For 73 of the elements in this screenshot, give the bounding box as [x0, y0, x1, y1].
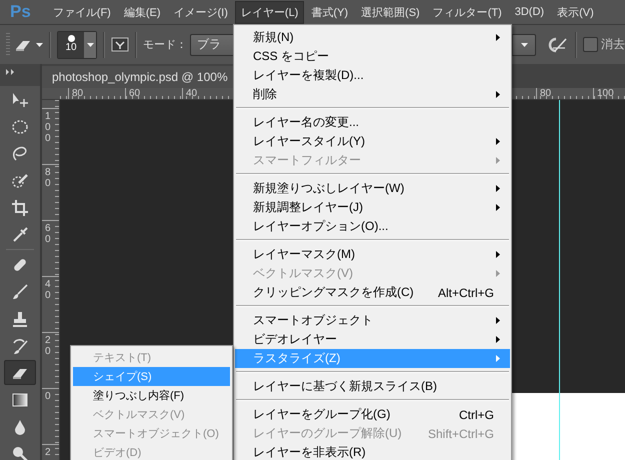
- ruler-label: 40: [186, 88, 198, 99]
- submenu-arrow-icon: [496, 157, 500, 164]
- checkbox[interactable]: [583, 37, 598, 52]
- stamp-icon: [11, 310, 29, 328]
- brush-panel-icon[interactable]: [111, 36, 129, 54]
- menu-bar-item[interactable]: 選択範囲(S): [355, 0, 426, 24]
- dodge-icon: [11, 444, 29, 460]
- menu-bar-item[interactable]: フィルター(T): [426, 0, 508, 24]
- checkbox-label: 消去: [601, 36, 625, 53]
- menu-item[interactable]: 新規(N): [235, 28, 510, 47]
- menu-item[interactable]: レイヤーを非表示(R): [235, 443, 510, 460]
- app-logo: Ps: [9, 2, 32, 22]
- ruler-label: 20: [45, 335, 51, 357]
- ruler-label: 60: [45, 223, 51, 245]
- submenu-arrow-icon: [496, 91, 500, 98]
- menu-bar-item[interactable]: 編集(E): [118, 0, 167, 24]
- menu-bar-item[interactable]: 表示(V): [551, 0, 600, 24]
- menu-item[interactable]: 削除: [235, 85, 510, 104]
- caret-icon[interactable]: [36, 42, 43, 46]
- submenu-arrow-icon: [496, 317, 500, 324]
- menu-item[interactable]: レイヤースタイル(Y): [235, 132, 510, 151]
- lasso-icon: [11, 144, 29, 162]
- crop-icon: [11, 198, 29, 216]
- submenu-arrow-icon: [496, 204, 500, 211]
- quick-selection-icon: [11, 172, 29, 190]
- menu-item[interactable]: 新規塗りつぶしレイヤー(W): [235, 179, 510, 198]
- menu-item[interactable]: レイヤーをグループ化(G) Ctrl+G: [235, 405, 510, 424]
- ruler-label: 100: [597, 88, 614, 99]
- caret-icon[interactable]: [520, 42, 528, 46]
- submenu-arrow-icon: [496, 138, 500, 145]
- ruler-label: 80: [45, 167, 51, 189]
- history-brush-icon: [11, 336, 29, 354]
- menu-item[interactable]: レイヤーオプション(O)...: [235, 217, 510, 236]
- menu-item[interactable]: スマートオブジェクト: [235, 311, 510, 330]
- menu-item[interactable]: レイヤーマスク(M): [235, 245, 510, 264]
- ruler-label: 60: [129, 88, 140, 99]
- submenu-arrow-icon: [496, 355, 500, 362]
- ruler-label: 40: [45, 279, 51, 301]
- menu-item[interactable]: レイヤーを複製(D)...: [235, 66, 510, 85]
- menu-item[interactable]: レイヤー名の変更...: [235, 113, 510, 132]
- submenu-arrow-icon: [496, 336, 500, 343]
- airbrush-icon[interactable]: [547, 36, 569, 54]
- toolbar-header[interactable]: [0, 64, 40, 86]
- caret-icon[interactable]: [86, 42, 94, 46]
- ruler-label: 0: [45, 391, 51, 402]
- ruler-label: 2: [45, 447, 51, 458]
- mode-label: モード：: [143, 38, 187, 52]
- ellipse-marquee-icon: [11, 118, 29, 136]
- submenu-arrow-icon: [496, 270, 500, 277]
- menu-bar-item[interactable]: イメージ(I): [168, 0, 234, 24]
- submenu-arrow-icon: [496, 34, 500, 41]
- collapse-icon[interactable]: [6, 68, 16, 76]
- menu-bar-item[interactable]: レイヤー(L): [234, 0, 304, 24]
- menu-bar-item[interactable]: 書式(Y): [305, 0, 354, 24]
- ruler-label: 80: [72, 88, 84, 99]
- submenu-arrow-icon: [496, 185, 500, 192]
- menu-bar-item[interactable]: 3D(D): [508, 2, 550, 22]
- brush-icon: [11, 282, 29, 300]
- ruler-label: 100: [45, 111, 51, 144]
- menu-bar-item[interactable]: ファイル(F): [46, 0, 117, 24]
- submenu-arrow-icon: [496, 251, 500, 258]
- menu-item[interactable]: レイヤーに基づく新規スライス(B): [235, 377, 510, 396]
- menu-item[interactable]: 塗りつぶし内容(F): [73, 386, 230, 405]
- menu-item[interactable]: CSS をコピー: [235, 47, 510, 66]
- menu-item[interactable]: クリッピングマスクを作成(C) Alt+Ctrl+G: [235, 283, 510, 302]
- menu-item[interactable]: ビデオレイヤー: [235, 330, 510, 349]
- menu-item[interactable]: 新規調整レイヤー(J): [235, 198, 510, 217]
- ruler-label: 80: [540, 88, 552, 99]
- tool-button[interactable]: [4, 360, 36, 385]
- brush-preset-picker[interactable]: 10: [57, 30, 97, 58]
- eyedropper-icon: [11, 226, 29, 244]
- move-icon: [11, 90, 29, 108]
- gradient-icon: [11, 390, 29, 408]
